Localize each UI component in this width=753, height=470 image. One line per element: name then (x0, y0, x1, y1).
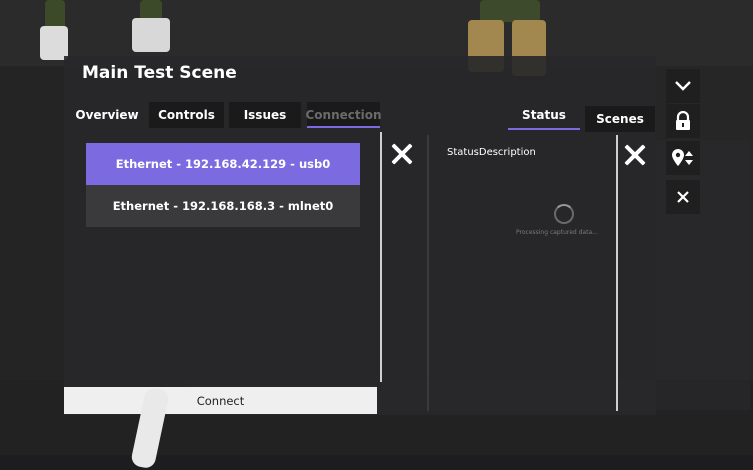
tab-scenes[interactable]: Scenes (585, 106, 655, 132)
tab-issues[interactable]: Issues (229, 102, 301, 128)
lock-icon (676, 111, 690, 130)
loading-spinner-icon (554, 204, 574, 224)
status-column (427, 135, 618, 411)
connect-button[interactable]: Connect (64, 387, 377, 414)
close-icon[interactable] (622, 142, 648, 168)
lock-button[interactable] (666, 104, 700, 138)
connection-item-usb0[interactable]: Ethernet - 192.168.42.129 - usb0 (86, 143, 360, 185)
close-panel-button[interactable] (666, 180, 700, 214)
chevron-down-icon (675, 81, 691, 91)
collapse-button[interactable] (666, 69, 700, 103)
close-icon (677, 191, 689, 203)
location-sort-button[interactable] (666, 141, 700, 175)
tab-status-underline (508, 128, 580, 130)
panel-title: Main Test Scene (82, 63, 237, 83)
background-figure-shoe (132, 18, 170, 52)
location-sort-icon (672, 149, 693, 166)
connection-list: Ethernet - 192.168.42.129 - usb0 Etherne… (86, 143, 360, 227)
status-description: StatusDescription (447, 147, 536, 158)
close-icon[interactable] (389, 141, 415, 167)
tab-status[interactable]: Status (508, 102, 580, 128)
tab-controls[interactable]: Controls (149, 102, 224, 128)
background-figure-shoe (40, 26, 68, 60)
tab-overview[interactable]: Overview (74, 102, 140, 128)
background-figure-leg (480, 0, 540, 22)
connection-item-mlnet0[interactable]: Ethernet - 192.168.168.3 - mlnet0 (86, 185, 360, 227)
processing-text: Processing captured data... (516, 229, 598, 236)
tab-connection[interactable]: Connection (305, 102, 382, 128)
tab-connection-underline (307, 126, 380, 128)
